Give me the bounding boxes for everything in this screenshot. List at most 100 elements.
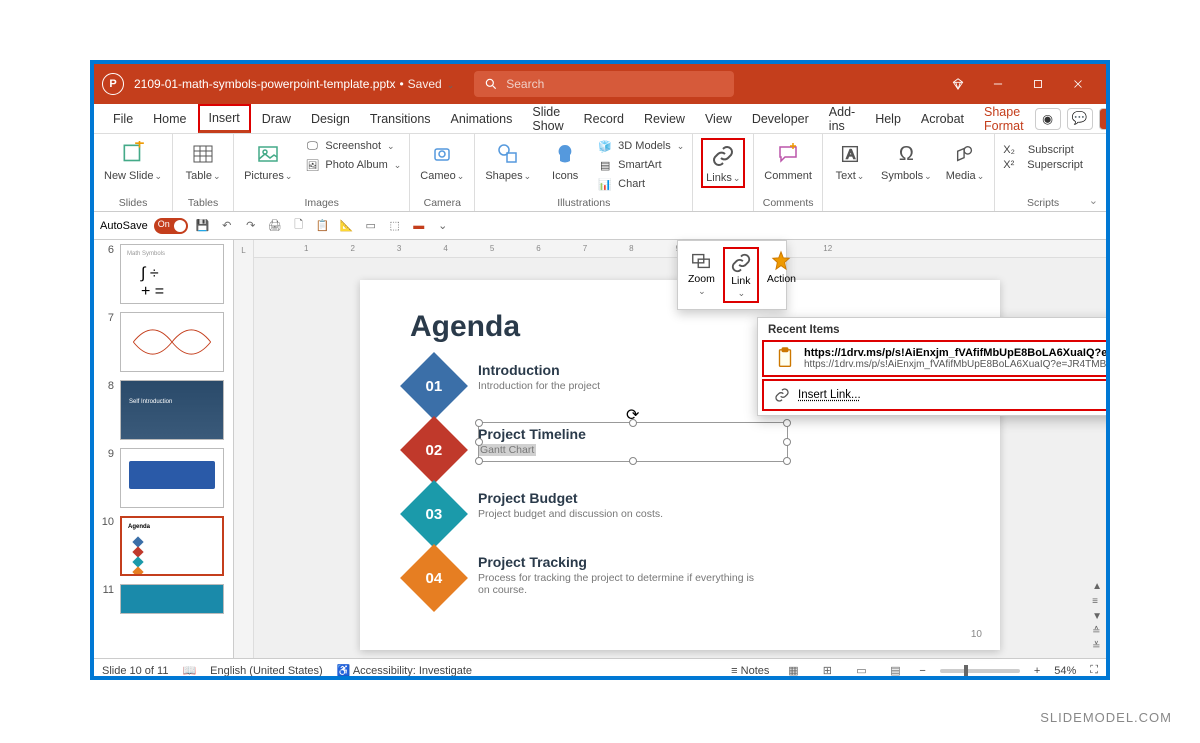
tab-animations[interactable]: Animations [442,107,522,131]
tab-shape-format[interactable]: Shape Format [975,100,1033,138]
table-button[interactable]: Table [181,138,225,184]
qat-more-icon[interactable]: ⌄ [434,217,452,235]
tab-acrobat[interactable]: Acrobat [912,107,973,131]
scroll-controls: ▲ ≡ ▼ ≙ ≚ [1092,581,1102,652]
redo-icon[interactable]: ↷ [242,217,260,235]
shapes-button[interactable]: Shapes [483,138,533,184]
scroll-marker-icon[interactable]: ≡ [1092,596,1102,607]
recent-item[interactable]: https://1drv.ms/p/s!AiEnxjm_fVAfifMbUpE8… [762,340,1110,377]
selected-text[interactable]: Gantt Chart [478,444,536,456]
insert-link-button[interactable]: Insert Link... [762,379,1110,411]
spellcheck-icon[interactable]: 📖 [182,664,196,677]
smartart-button[interactable]: ▤SmartArt [597,157,684,173]
resize-handle[interactable] [629,457,637,465]
search-box[interactable]: Search [474,71,734,97]
zoom-in-button[interactable]: + [1034,665,1040,677]
slideshow-view-icon[interactable]: ▤ [885,663,905,679]
next-slide-icon[interactable]: ≚ [1092,641,1102,652]
3d-models-button[interactable]: 🧊3D Models [597,138,684,154]
superscript-button[interactable]: X² Superscript [1003,159,1083,171]
chart-button[interactable]: 📊Chart [597,176,684,192]
thumbnail[interactable] [120,312,224,372]
tab-file[interactable]: File [104,107,142,131]
document-title[interactable]: 2109-01-math-symbols-powerpoint-template… [134,77,454,91]
language-status[interactable]: English (United States) [210,665,323,677]
qat-icon[interactable]: ▬ [410,217,428,235]
agenda-number-icon: 03 [400,480,468,548]
tab-transitions[interactable]: Transitions [361,107,440,131]
resize-handle[interactable] [629,419,637,427]
undo-icon[interactable]: ↶ [218,217,236,235]
qat-icon[interactable]: 🖨 [266,217,284,235]
new-slide-button[interactable]: New Slide [102,138,164,184]
text-button[interactable]: AText [831,138,869,184]
photo-album-button[interactable]: 🖼Photo Album [304,157,401,173]
qat-icon[interactable]: 🗋 [290,217,308,235]
thumbnail[interactable]: Math Symbols∫ ÷+ = [120,244,224,304]
link-button[interactable]: Link [723,247,759,303]
record-indicator-button[interactable]: ◉ [1035,108,1061,130]
notes-button[interactable]: ≡ Notes [731,665,769,677]
links-button[interactable]: Links [701,138,745,188]
resize-handle[interactable] [475,457,483,465]
resize-handle[interactable] [783,438,791,446]
share-button[interactable] [1099,108,1110,130]
reading-view-icon[interactable]: ▭ [851,663,871,679]
tab-draw[interactable]: Draw [253,107,300,131]
zoom-slider[interactable] [940,669,1020,673]
maximize-button[interactable] [1018,64,1058,104]
clipboard-icon [774,347,796,369]
thumbnail[interactable] [120,584,224,614]
diamond-icon[interactable] [938,64,978,104]
close-button[interactable] [1058,64,1098,104]
zoom-button[interactable]: Zoom [684,247,719,303]
subscript-button[interactable]: X₂ Subscript [1003,144,1083,156]
qat-icon[interactable]: ⬚ [386,217,404,235]
icons-button[interactable]: Icons [543,138,587,184]
recent-url-small: https://1drv.ms/p/s!AiEnxjm_fVAfifMbUpE8… [804,359,1110,370]
tab-insert[interactable]: Insert [198,104,251,133]
action-button[interactable]: Action [763,247,800,303]
tab-slideshow[interactable]: Slide Show [523,100,572,138]
tab-review[interactable]: Review [635,107,694,131]
resize-handle[interactable] [783,457,791,465]
minimize-button[interactable] [978,64,1018,104]
tab-home[interactable]: Home [144,107,195,131]
symbols-button[interactable]: ΩSymbols [879,138,934,184]
fit-to-window-icon[interactable]: ⛶ [1090,664,1098,677]
thumbnail[interactable]: Self Introduction [120,380,224,440]
accessibility-status[interactable]: ♿ Accessibility: Investigate [337,664,472,677]
autosave-toggle[interactable]: On [154,218,188,234]
tab-help[interactable]: Help [866,107,910,131]
pictures-button[interactable]: Pictures [242,138,294,184]
tab-developer[interactable]: Developer [743,107,818,131]
scroll-up-icon[interactable]: ▲ [1092,581,1102,592]
save-icon[interactable]: 💾 [194,217,212,235]
quick-access-toolbar: AutoSave On 💾 ↶ ↷ 🖨 🗋 📋 📐 ▭ ⬚ ▬ ⌄ [94,212,1106,240]
zoom-level[interactable]: 54% [1054,665,1076,677]
vertical-ruler: L [234,240,254,658]
comments-pane-button[interactable]: 💬 [1067,108,1093,130]
normal-view-icon[interactable]: ▦ [783,663,803,679]
tab-record[interactable]: Record [575,107,633,131]
tab-addins[interactable]: Add-ins [820,100,864,138]
tab-design[interactable]: Design [302,107,359,131]
tab-view[interactable]: View [696,107,741,131]
cameo-button[interactable]: Cameo [418,138,466,184]
media-button[interactable]: Media [944,138,987,184]
screenshot-button[interactable]: 🖵Screenshot [304,138,401,154]
comment-button[interactable]: Comment [762,138,814,184]
qat-icon[interactable]: ▭ [362,217,380,235]
resize-handle[interactable] [783,419,791,427]
slide-thumbnails[interactable]: 6Math Symbols∫ ÷+ = 7 8Self Introduction… [94,240,234,658]
prev-slide-icon[interactable]: ≙ [1092,626,1102,637]
thumbnail[interactable] [120,448,224,508]
slide-counter[interactable]: Slide 10 of 11 [102,665,168,677]
scroll-down-icon[interactable]: ▼ [1092,611,1102,622]
qat-icon[interactable]: 📐 [338,217,356,235]
collapse-ribbon-icon[interactable]: ⌄ [1089,194,1098,207]
sorter-view-icon[interactable]: ⊞ [817,663,837,679]
zoom-out-button[interactable]: − [919,665,925,677]
qat-icon[interactable]: 📋 [314,217,332,235]
thumbnail-current[interactable]: Agenda [120,516,224,576]
